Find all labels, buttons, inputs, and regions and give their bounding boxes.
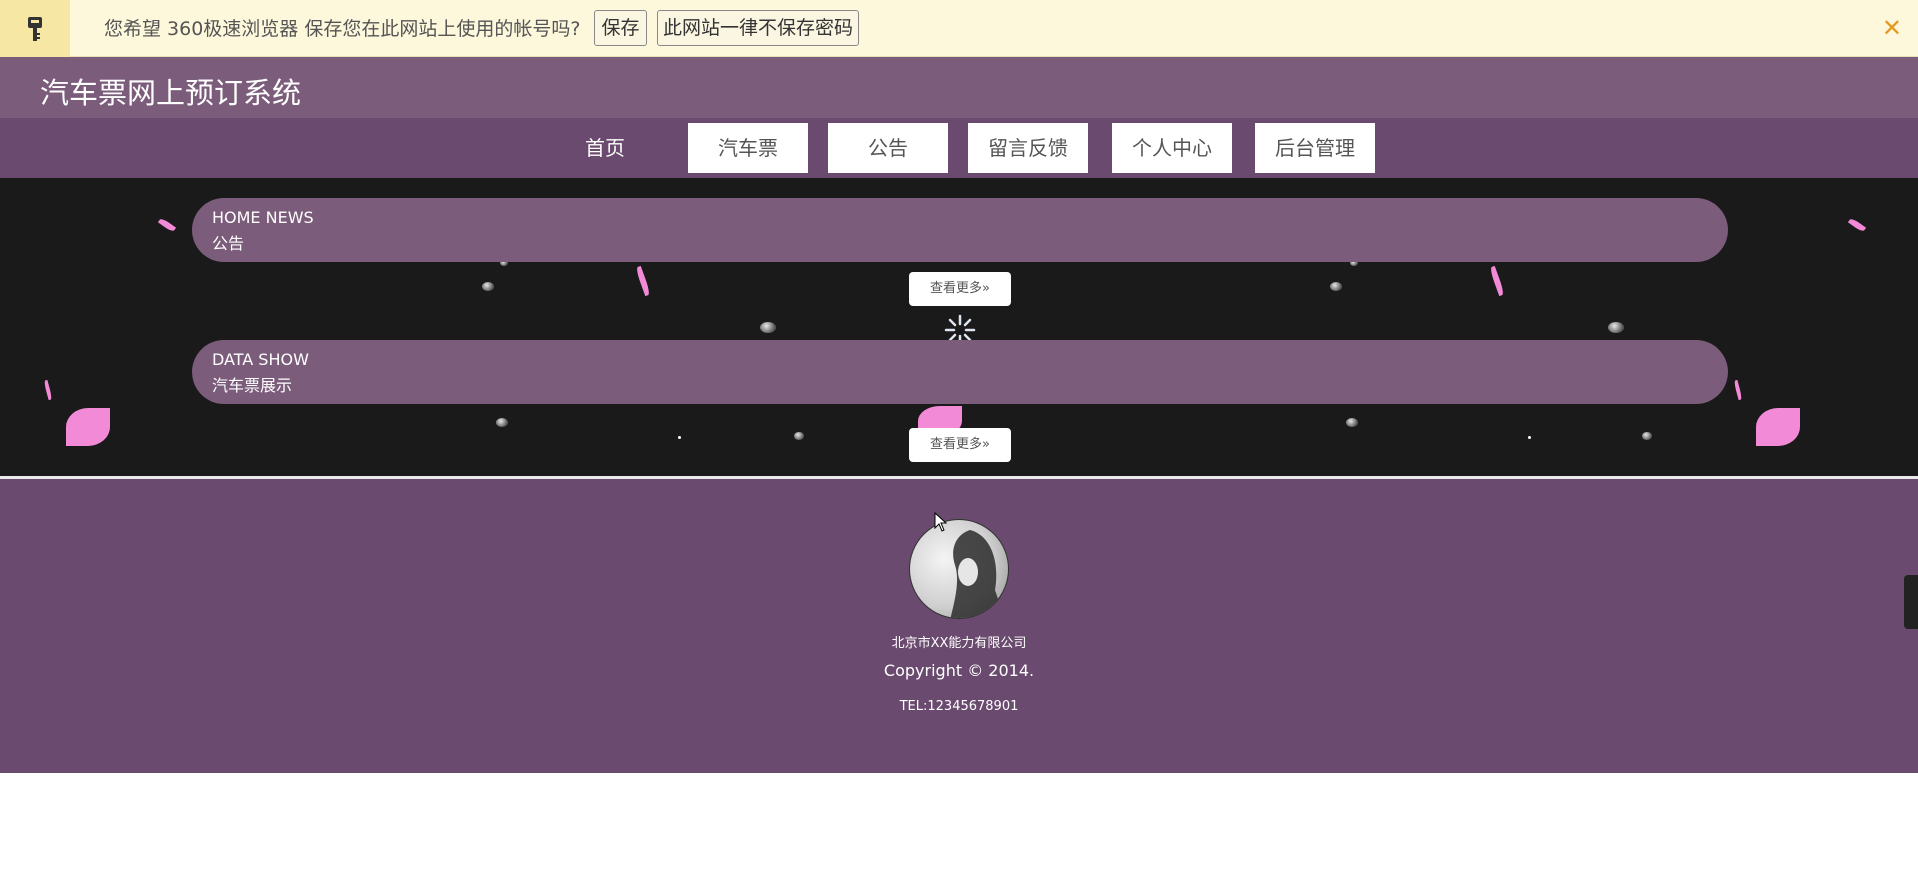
nav-item-admin[interactable]: 后台管理 bbox=[1255, 123, 1375, 173]
petal-decoration bbox=[635, 265, 651, 297]
close-icon[interactable]: ✕ bbox=[1882, 13, 1902, 43]
section-title-en: DATA SHOW bbox=[212, 350, 309, 369]
company-name: 北京市XX能力有限公司 bbox=[891, 636, 1027, 651]
site-header: 汽车票网上预订系统 bbox=[0, 57, 1918, 118]
site-title: 汽车票网上预订系统 bbox=[40, 76, 302, 110]
nav-item-home[interactable]: 首页 bbox=[545, 123, 665, 173]
droplet-decoration bbox=[760, 322, 776, 333]
save-password-bar: 您希望 360极速浏览器 保存您在此网站上使用的帐号吗? 保存 此网站一律不保存… bbox=[0, 0, 1918, 57]
nav-item-personal-center[interactable]: 个人中心 bbox=[1112, 123, 1232, 173]
droplet-decoration bbox=[1528, 436, 1531, 439]
petal-decoration bbox=[157, 217, 177, 233]
petal-decoration bbox=[43, 379, 53, 401]
petal-decoration bbox=[66, 408, 110, 446]
mouse-cursor-icon bbox=[934, 511, 948, 536]
save-password-message: 您希望 360极速浏览器 保存您在此网站上使用的帐号吗? bbox=[104, 18, 581, 40]
view-more-news-button[interactable]: 查看更多» bbox=[909, 272, 1011, 306]
side-scroll-widget[interactable] bbox=[1904, 575, 1918, 629]
site-footer: 北京市XX能力有限公司 Copyright © 2014. TEL:123456… bbox=[0, 479, 1918, 773]
droplet-decoration bbox=[1346, 418, 1358, 427]
never-save-button[interactable]: 此网站一律不保存密码 bbox=[657, 10, 859, 46]
droplet-decoration bbox=[496, 418, 508, 427]
petal-decoration bbox=[1489, 265, 1505, 297]
telephone-text: TEL:12345678901 bbox=[899, 699, 1019, 714]
nav-item-announcements[interactable]: 公告 bbox=[828, 123, 948, 173]
save-password-button[interactable]: 保存 bbox=[594, 10, 647, 46]
petal-decoration bbox=[1756, 408, 1800, 446]
view-more-tickets-button[interactable]: 查看更多» bbox=[909, 428, 1011, 462]
droplet-decoration bbox=[482, 282, 494, 291]
key-icon bbox=[0, 0, 70, 57]
section-header-news: HOME NEWS 公告 bbox=[192, 198, 1728, 262]
section-title-zh: 汽车票展示 bbox=[212, 376, 293, 395]
main-content: HOME NEWS 公告 查看更多» DATA SHOW 汽车票展示 查看更多» bbox=[0, 178, 1918, 476]
copyright-text: Copyright © 2014. bbox=[883, 661, 1035, 680]
petal-decoration bbox=[1847, 217, 1867, 233]
nav-item-feedback[interactable]: 留言反馈 bbox=[968, 123, 1088, 173]
petal-decoration bbox=[1733, 379, 1743, 401]
droplet-decoration bbox=[1608, 322, 1624, 333]
droplet-decoration bbox=[1642, 432, 1652, 440]
droplet-decoration bbox=[794, 432, 804, 440]
section-title-zh: 公告 bbox=[212, 234, 245, 253]
section-header-data-show: DATA SHOW 汽车票展示 bbox=[192, 340, 1728, 404]
section-title-en: HOME NEWS bbox=[212, 208, 314, 227]
droplet-decoration bbox=[678, 436, 681, 439]
droplet-decoration bbox=[1330, 282, 1342, 291]
main-nav: 首页 汽车票 公告 留言反馈 个人中心 后台管理 bbox=[0, 118, 1918, 178]
nav-item-tickets[interactable]: 汽车票 bbox=[688, 123, 808, 173]
avatar bbox=[909, 519, 1009, 619]
